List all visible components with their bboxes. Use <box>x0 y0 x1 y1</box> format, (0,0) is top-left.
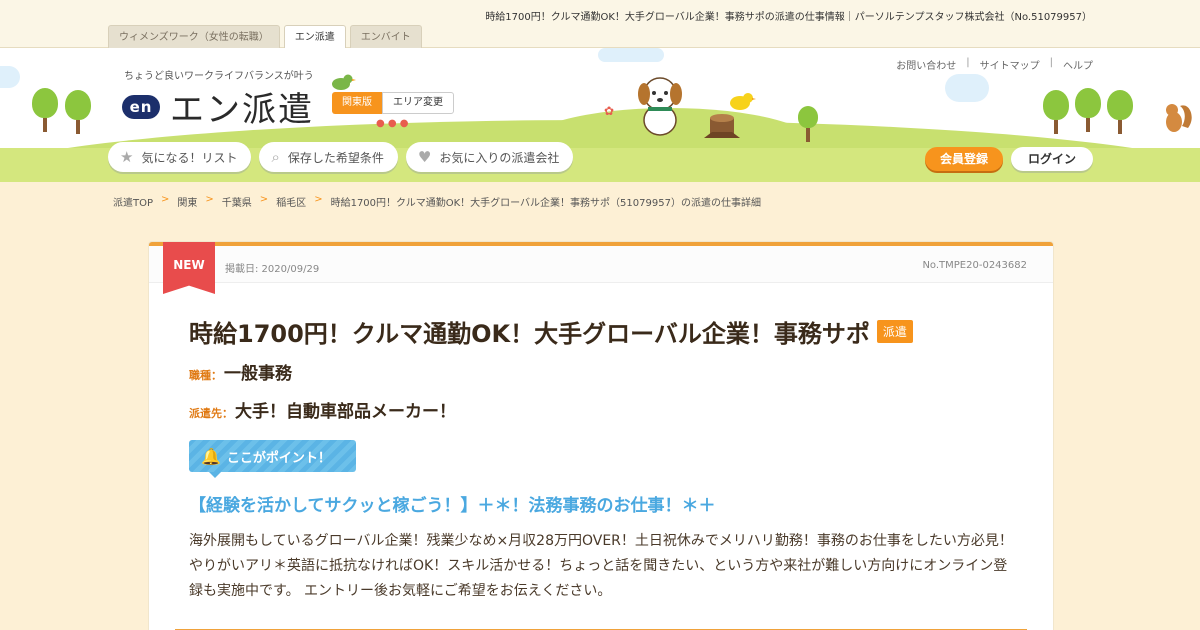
region-selector: 関東版 エリア変更 <box>332 92 454 114</box>
client-row: 派遣先： 大手！自動車部品メーカー！ <box>189 397 456 422</box>
job-meta-bar: NEW 掲載日: 2020/09/29 No.TMPE20-0243682 <box>149 242 1053 294</box>
breadcrumb-inage[interactable]: 稲毛区 <box>276 194 306 209</box>
site-tabs: ウィメンズワーク（女性の転職） エン派遣 エンバイト <box>108 25 422 49</box>
sitemap-link[interactable]: サイトマップ <box>980 57 1040 72</box>
bird-icon <box>332 74 356 90</box>
tree-stump-icon <box>704 114 740 138</box>
favorite-agencies-button[interactable]: ♥ お気に入りの派遣会社 <box>405 142 574 172</box>
sub-navigation: ★ 気になる！リスト ⌕ 保存した希望条件 ♥ お気に入りの派遣会社 <box>108 142 574 172</box>
favorites-list-label: 気になる！リスト <box>141 150 238 165</box>
login-button[interactable]: ログイン <box>1010 147 1093 171</box>
tree-illustration <box>1043 90 1069 134</box>
tree-illustration <box>1075 88 1101 132</box>
saved-conditions-button[interactable]: ⌕ 保存した希望条件 <box>259 142 398 172</box>
favorite-agencies-label: お気に入りの派遣会社 <box>439 150 560 165</box>
contact-link[interactable]: お問い合わせ <box>896 57 956 72</box>
tree-illustration <box>65 90 91 134</box>
mushroom-icon: ● ● ● <box>376 118 409 129</box>
occupation-row: 職種： 一般事務 <box>189 359 292 384</box>
divider: | <box>966 57 970 68</box>
job-title-row: 時給1700円！クルマ通勤OK！大手グローバル企業！事務サポ 派遣 <box>189 314 913 349</box>
tab-womens-work[interactable]: ウィメンズワーク（女性の転職） <box>108 25 280 48</box>
client-label: 派遣先： <box>189 407 233 420</box>
new-badge: NEW <box>163 242 215 294</box>
job-title: 時給1700円！クルマ通勤OK！大手グローバル企業！事務サポ <box>189 320 870 348</box>
breadcrumb-chiba[interactable]: 千葉県 <box>222 194 252 209</box>
point-heading: 🔔 ここがポイント！ <box>189 440 356 478</box>
divider: | <box>1049 57 1053 68</box>
favorites-list-button[interactable]: ★ 気になる！リスト <box>108 142 252 172</box>
cloud-illustration <box>598 48 664 62</box>
dog-mascot-icon <box>638 77 682 136</box>
star-icon: ★ <box>120 148 134 166</box>
tab-en-baito[interactable]: エンバイト <box>349 25 422 48</box>
flower-icon: ✿ <box>604 104 615 118</box>
bird-icon <box>730 93 756 110</box>
job-description: 海外展開もしているグローバル企業！残業少なめ×月収28万円OVER！土日祝休みで… <box>189 533 1013 599</box>
job-detail-card: NEW 掲載日: 2020/09/29 No.TMPE20-0243682 時給… <box>149 242 1053 630</box>
site-logo[interactable]: en エン派遣 <box>122 82 314 131</box>
job-number: No.TMPE20-0243682 <box>922 260 1027 271</box>
site-header: ● ● ● ✿ ちょうど良いワークライフバランスが叶う en エン派遣 関東版 … <box>0 48 1200 182</box>
tagline: ちょうど良いワークライフバランスが叶う <box>124 71 314 82</box>
tree-illustration <box>798 106 818 142</box>
occupation-value: 一般事務 <box>224 364 292 384</box>
tab-en-haken[interactable]: エン派遣 <box>283 25 346 49</box>
cloud-illustration <box>945 74 989 102</box>
top-bar: 時給1700円！クルマ通勤OK！大手グローバル企業！事務サポの派遣の仕事情報｜パ… <box>0 0 1200 49</box>
heart-icon: ♥ <box>417 148 432 166</box>
client-value: 大手！自動車部品メーカー！ <box>235 402 456 422</box>
region-name: 関東版 <box>332 92 382 114</box>
breadcrumb: 派遣TOP > 関東 > 千葉県 > 稲毛区 > 時給1700円！クルマ通勤OK… <box>113 194 761 209</box>
breadcrumb-separator: > <box>161 194 170 205</box>
utility-links: お問い合わせ | サイトマップ | ヘルプ <box>896 57 1093 72</box>
breadcrumb-kanto[interactable]: 関東 <box>177 194 197 209</box>
register-button[interactable]: 会員登録 <box>924 147 1003 171</box>
occupation-label: 職種： <box>189 369 222 382</box>
job-catchphrase: 【経験を活かしてサクッと稼ごう！】＋＊！法務事務のお仕事！＊＋ <box>189 496 716 516</box>
employment-type-badge: 派遣 <box>876 320 913 343</box>
search-icon: ⌕ <box>271 148 280 166</box>
en-logo-mark: en <box>122 94 160 119</box>
breadcrumb-current: 時給1700円！クルマ通勤OK！大手グローバル企業！事務サポ（51079957）… <box>330 198 761 209</box>
help-link[interactable]: ヘルプ <box>1063 57 1093 72</box>
bell-icon: 🔔 <box>201 446 221 466</box>
breadcrumb-separator: > <box>314 194 323 205</box>
breadcrumb-separator: > <box>205 194 214 205</box>
region-change-button[interactable]: エリア変更 <box>382 92 454 114</box>
breadcrumb-top[interactable]: 派遣TOP <box>113 194 153 209</box>
breadcrumb-separator: > <box>259 194 269 205</box>
point-label: ここがポイント！ <box>226 450 331 466</box>
auth-buttons: 会員登録 ログイン <box>924 147 1093 171</box>
page-heading: 時給1700円！クルマ通勤OK！大手グローバル企業！事務サポの派遣の仕事情報｜パ… <box>485 12 1092 23</box>
posted-date: 掲載日: 2020/09/29 <box>225 264 320 275</box>
cloud-illustration <box>0 66 20 88</box>
tree-illustration <box>32 88 58 132</box>
tree-illustration <box>1107 90 1133 134</box>
squirrel-icon <box>1166 104 1192 132</box>
logo-text: エン派遣 <box>170 90 314 130</box>
saved-conditions-label: 保存した希望条件 <box>287 150 384 165</box>
